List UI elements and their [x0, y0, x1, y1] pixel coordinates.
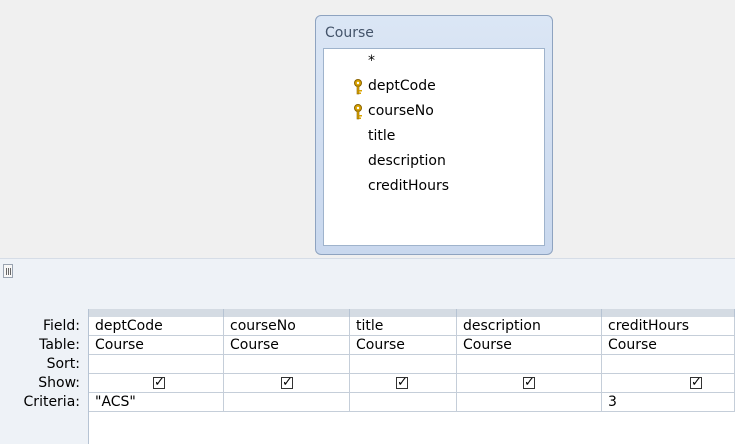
- row-label-sort: Sort:: [46, 356, 80, 372]
- field-label: *: [368, 53, 375, 69]
- field-list: * deptCode courseNo title description cr…: [323, 48, 545, 246]
- criteria-cell[interactable]: [224, 393, 350, 412]
- show-checkbox[interactable]: [153, 374, 165, 392]
- show-checkbox[interactable]: [281, 374, 293, 392]
- row-label-criteria: Criteria:: [23, 394, 80, 410]
- table-cell[interactable]: Course: [457, 336, 602, 355]
- field-cell[interactable]: creditHours: [602, 317, 735, 336]
- field-cell[interactable]: courseNo: [224, 317, 350, 336]
- field-label: description: [368, 153, 446, 169]
- row-label-show: Show:: [38, 375, 80, 391]
- field-list-item[interactable]: *: [368, 53, 375, 69]
- sort-cell[interactable]: [457, 355, 602, 374]
- criteria-cell[interactable]: [350, 393, 457, 412]
- show-checkbox[interactable]: [523, 374, 535, 392]
- criteria-cell[interactable]: "ACS": [89, 393, 224, 412]
- show-cell: [350, 374, 457, 393]
- table-cell[interactable]: Course: [602, 336, 735, 355]
- criteria-cell[interactable]: [457, 393, 602, 412]
- field-list-item[interactable]: title: [368, 128, 395, 144]
- field-label: creditHours: [368, 178, 450, 194]
- column-selector[interactable]: [350, 309, 457, 317]
- table-cell[interactable]: Course: [224, 336, 350, 355]
- field-cell[interactable]: title: [350, 317, 457, 336]
- field-cell[interactable]: description: [457, 317, 602, 336]
- sort-cell[interactable]: [602, 355, 735, 374]
- column-selector[interactable]: [224, 309, 350, 317]
- sort-cell[interactable]: [89, 355, 224, 374]
- field-cell[interactable]: deptCode: [89, 317, 224, 336]
- table-cell[interactable]: Course: [350, 336, 457, 355]
- field-label: courseNo: [368, 103, 434, 119]
- table-title: Course: [325, 25, 374, 41]
- key-icon: [354, 79, 362, 95]
- course-table-window[interactable]: Course * deptCode courseNo title descrip…: [315, 15, 553, 255]
- table-cell[interactable]: Course: [89, 336, 224, 355]
- field-list-item[interactable]: courseNo: [354, 103, 434, 120]
- row-label-field: Field:: [42, 318, 80, 334]
- show-cell: [602, 374, 735, 393]
- row-label-table: Table:: [39, 337, 80, 353]
- field-label: deptCode: [368, 78, 436, 94]
- show-cell: [89, 374, 224, 393]
- field-list-item[interactable]: description: [368, 153, 446, 169]
- show-checkbox[interactable]: [396, 374, 408, 392]
- show-cell: [457, 374, 602, 393]
- scroll-grip-icon[interactable]: [3, 264, 13, 278]
- sort-cell[interactable]: [350, 355, 457, 374]
- pane-splitter[interactable]: [0, 258, 735, 284]
- column-selector[interactable]: [602, 309, 735, 317]
- column-selector[interactable]: [457, 309, 602, 317]
- field-list-item[interactable]: creditHours: [368, 178, 449, 194]
- show-cell: [224, 374, 350, 393]
- field-list-item[interactable]: deptCode: [354, 78, 436, 95]
- show-checkbox[interactable]: [690, 374, 702, 392]
- table-pane: Course * deptCode courseNo title descrip…: [0, 0, 735, 258]
- key-icon: [354, 104, 362, 120]
- column-selector[interactable]: [89, 309, 224, 317]
- sort-cell[interactable]: [224, 355, 350, 374]
- criteria-cell[interactable]: 3: [602, 393, 735, 412]
- field-label: title: [368, 128, 396, 144]
